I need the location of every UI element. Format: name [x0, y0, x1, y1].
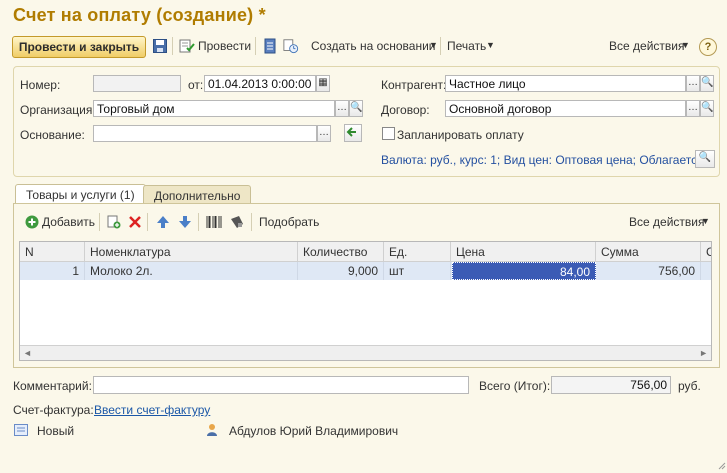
- help-button[interactable]: ?: [699, 38, 717, 56]
- contract-select-button[interactable]: …: [686, 100, 700, 117]
- contract-field[interactable]: Основной договор: [445, 100, 686, 117]
- contract-label: Договор:: [381, 103, 430, 117]
- date-label: от:: [188, 78, 204, 92]
- organization-open-icon[interactable]: 🔍: [349, 100, 363, 117]
- toolbar-separator: [99, 213, 100, 231]
- cell-unit[interactable]: шт: [384, 262, 451, 280]
- cell-n[interactable]: 1: [20, 262, 85, 280]
- column-header-unit[interactable]: Ед.: [384, 242, 451, 262]
- organization-select-button[interactable]: …: [335, 100, 349, 117]
- cell-sum[interactable]: 756,00: [596, 262, 701, 280]
- contractor-select-button[interactable]: …: [686, 75, 700, 92]
- currency-search-icon[interactable]: 🔍: [695, 150, 715, 168]
- column-header-price[interactable]: Цена: [451, 242, 596, 262]
- pick-button[interactable]: Подобрать: [259, 215, 319, 229]
- toolbar-separator: [251, 213, 252, 231]
- table-all-actions-button[interactable]: Все действия: [629, 215, 704, 229]
- total-currency: руб.: [678, 379, 701, 393]
- basis-label: Основание:: [20, 128, 85, 142]
- basis-field[interactable]: [93, 125, 317, 142]
- goods-table[interactable]: N Номенклатура Количество Ед. Цена Сумма…: [19, 241, 712, 361]
- chevron-down-icon[interactable]: ▼: [681, 40, 690, 50]
- calendar-icon[interactable]: ▦: [316, 75, 330, 92]
- all-actions-button[interactable]: Все действия: [609, 39, 684, 53]
- column-header-quantity[interactable]: Количество: [298, 242, 384, 262]
- window-title: Счет на оплату (создание) *: [13, 5, 266, 25]
- plan-payment-label: Запланировать оплату: [397, 128, 524, 142]
- scroll-left-icon[interactable]: ◄: [23, 348, 32, 358]
- user-icon: [204, 422, 220, 438]
- print-button[interactable]: Печать: [447, 39, 486, 53]
- contractor-open-icon[interactable]: 🔍: [700, 75, 714, 92]
- move-down-icon[interactable]: [177, 214, 193, 230]
- post-icon[interactable]: [179, 38, 195, 54]
- chevron-down-icon[interactable]: ▼: [429, 40, 438, 50]
- basis-select-button[interactable]: …: [317, 125, 331, 142]
- cell-quantity[interactable]: 9,000: [298, 262, 384, 280]
- horizontal-scrollbar[interactable]: ◄ ►: [20, 345, 711, 360]
- chevron-down-icon[interactable]: ▼: [486, 40, 495, 50]
- comment-label: Комментарий:: [13, 379, 92, 393]
- date-field[interactable]: 01.04.2013 0:00:00: [204, 75, 316, 92]
- save-icon[interactable]: [152, 38, 168, 54]
- toolbar-separator: [147, 213, 148, 231]
- toolbar-separator: [440, 37, 441, 55]
- invoice-label: Счет-фактура:: [13, 403, 94, 417]
- structure-icon[interactable]: [283, 38, 299, 54]
- comment-field[interactable]: [93, 376, 469, 394]
- barcode-icon[interactable]: [206, 214, 222, 230]
- contractor-label: Контрагент:: [381, 78, 447, 92]
- create-based-on-button[interactable]: Создать на основании: [311, 39, 436, 53]
- contract-open-icon[interactable]: 🔍: [700, 100, 714, 117]
- document-status-icon: [13, 422, 29, 438]
- tab-goods-services[interactable]: Товары и услуги (1): [15, 184, 146, 205]
- add-icon[interactable]: [24, 214, 40, 230]
- resize-grip[interactable]: [718, 459, 726, 470]
- cell-item[interactable]: Молоко 2л.: [85, 262, 298, 280]
- tab-additional[interactable]: Дополнительно: [143, 185, 252, 205]
- scanner-icon[interactable]: [229, 214, 245, 230]
- delete-row-icon[interactable]: [127, 214, 143, 230]
- toolbar-separator: [172, 37, 173, 55]
- column-header-extra[interactable]: С: [701, 242, 711, 262]
- move-up-icon[interactable]: [155, 214, 171, 230]
- number-field[interactable]: [93, 75, 181, 92]
- register-icon[interactable]: [262, 38, 278, 54]
- scroll-right-icon[interactable]: ►: [699, 348, 708, 358]
- cell-price-selected[interactable]: 84,00: [452, 262, 596, 280]
- total-label: Всего (Итог):: [479, 379, 551, 393]
- number-label: Номер:: [20, 78, 61, 92]
- toolbar-separator: [255, 37, 256, 55]
- organization-field[interactable]: Торговый дом: [93, 100, 335, 117]
- enter-invoice-link[interactable]: Ввести счет-фактуру: [94, 403, 210, 417]
- fill-from-basis-icon[interactable]: [344, 124, 362, 142]
- author-name: Абдулов Юрий Владимирович: [229, 424, 399, 438]
- organization-label: Организация:: [20, 103, 96, 117]
- copy-row-icon[interactable]: [106, 214, 122, 230]
- status-text: Новый: [37, 424, 75, 438]
- column-header-item[interactable]: Номенклатура: [85, 242, 298, 262]
- column-header-n[interactable]: N: [20, 242, 85, 262]
- total-value: 756,00: [551, 376, 671, 394]
- add-row-button[interactable]: Добавить: [42, 215, 95, 229]
- chevron-down-icon[interactable]: ▼: [701, 216, 710, 226]
- currency-info-link[interactable]: Валюта: руб., курс: 1; Вид цен: Оптовая …: [381, 153, 714, 167]
- post-and-close-button[interactable]: Провести и закрыть: [12, 36, 146, 58]
- contractor-field[interactable]: Частное лицо: [445, 75, 686, 92]
- column-header-sum[interactable]: Сумма: [596, 242, 701, 262]
- toolbar-separator: [198, 213, 199, 231]
- post-button[interactable]: Провести: [198, 39, 251, 53]
- plan-payment-checkbox[interactable]: [382, 127, 395, 140]
